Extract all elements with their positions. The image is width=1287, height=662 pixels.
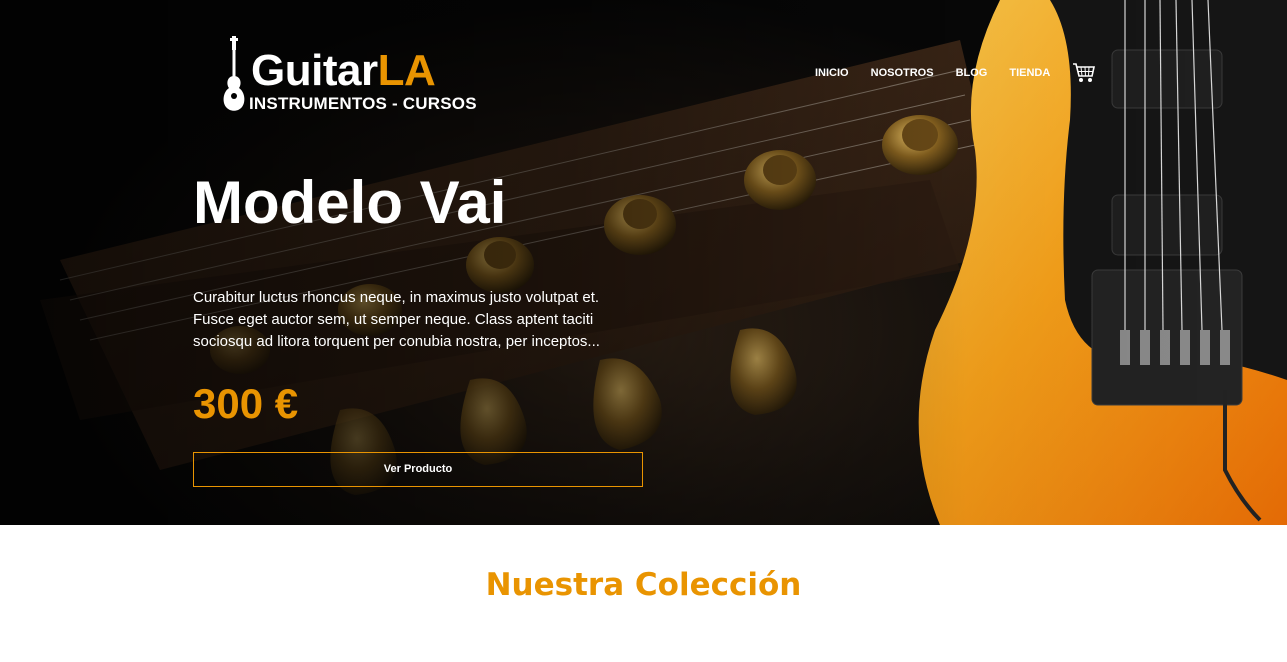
nav-link-tienda[interactable]: TIENDA — [1009, 67, 1050, 79]
guitar-logo-icon — [223, 36, 245, 111]
product-title: Modelo Vai — [193, 169, 507, 236]
shopping-cart-icon[interactable] — [1072, 62, 1096, 84]
nav-link-inicio[interactable]: INICIO — [815, 67, 849, 79]
view-product-button[interactable]: Ver Producto — [193, 452, 643, 487]
logo-tagline: INSTRUMENTOS - CURSOS — [249, 94, 477, 113]
logo-wordmark: GuitarLA — [251, 46, 436, 95]
product-description: Curabitur luctus rhoncus neque, in maxim… — [193, 289, 600, 350]
product-price: 300 € — [193, 380, 299, 427]
collection-heading: Nuestra Colección — [485, 567, 802, 603]
site-logo[interactable]: GuitarLA INSTRUMENTOS - CURSOS — [221, 36, 477, 116]
main-nav: INICIO NOSOTROS BLOG TIENDA — [815, 62, 1096, 84]
nav-link-blog[interactable]: BLOG — [956, 67, 988, 79]
hero-banner: GuitarLA INSTRUMENTOS - CURSOS INICIO NO… — [0, 0, 1287, 525]
nav-link-nosotros[interactable]: NOSOTROS — [871, 67, 934, 79]
